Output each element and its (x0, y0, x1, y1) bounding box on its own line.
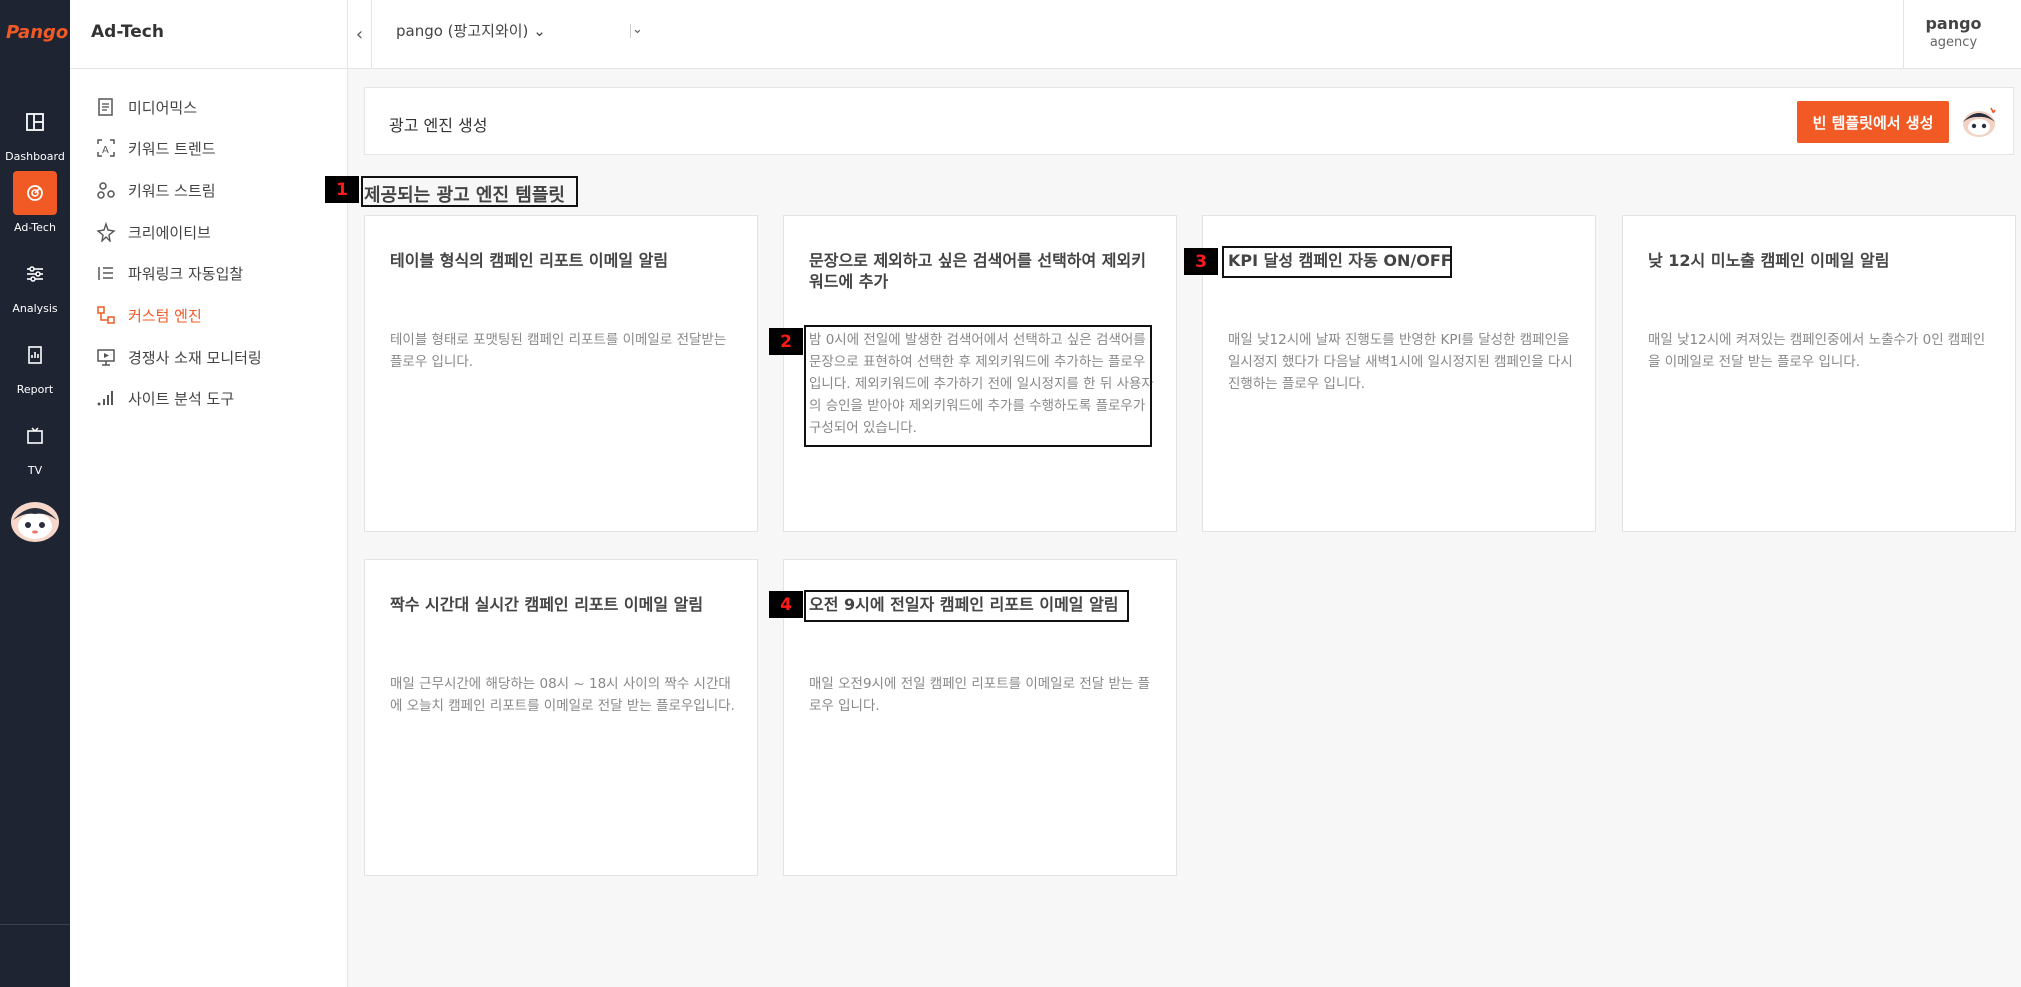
account-name: pango (팡고지와이) (396, 22, 529, 40)
sidebar-item-custom-engine[interactable]: 커스텀 엔진 (96, 303, 202, 327)
rail-label-adtech: Ad-Tech (14, 221, 56, 234)
sidebar-item-label: 미디어믹스 (128, 98, 198, 117)
engine-icon (97, 306, 115, 324)
avatar[interactable] (10, 498, 60, 542)
sidebar-item-label: 커스텀 엔진 (128, 306, 202, 325)
template-card[interactable]: 테이블 형식의 캠페인 리포트 이메일 알림 테이블 형태로 포맷팅된 캠페인 … (364, 215, 758, 532)
sidebar-item-label: 크리에이티브 (128, 223, 211, 242)
list-icon (98, 267, 113, 280)
page-title: 광고 엔진 생성 (389, 116, 488, 135)
template-card-title: 테이블 형식의 캠페인 리포트 이메일 알림 (390, 251, 669, 270)
rail-label-analysis: Analysis (12, 302, 58, 315)
rail-item-analysis[interactable]: Analysis (0, 252, 70, 315)
rail-item-report[interactable]: Report (0, 333, 70, 396)
sidebar-divider (70, 68, 348, 69)
topbar-divider (630, 24, 631, 38)
sidebar-item-powerlink-bid[interactable]: 파워링크 자동입찰 (96, 261, 243, 285)
annotation-box-4 (804, 590, 1129, 622)
template-card-desc: 테이블 형태로 포맷팅된 캠페인 리포트를 이메일로 전달받는 플로우 입니다. (390, 332, 727, 370)
user-name: pango (1925, 14, 1982, 33)
chevron-down-icon: ⌄ (533, 22, 546, 40)
adtech-icon (27, 185, 43, 201)
template-card[interactable]: 낮 12시 미노출 캠페인 이메일 알림 매일 낮12시에 켜져있는 캠페인중에… (1622, 215, 2016, 532)
creative-icon (96, 222, 116, 242)
sliders-icon (27, 266, 43, 282)
secondary-dropdown[interactable]: ⌄ (632, 22, 643, 37)
template-card-desc: 매일 근무시간에 해당하는 08시 ~ 18시 사이의 짝수 시간대에 오늘치 … (390, 676, 735, 714)
keyword-stream-icon (97, 182, 115, 199)
sidebar-title: Ad-Tech (91, 22, 164, 42)
template-card-desc: 매일 낮12시에 켜져있는 캠페인중에서 노출수가 0인 캠페인을 이메일로 전… (1648, 332, 1986, 370)
rail-label-report: Report (16, 383, 54, 396)
assistant-bot-icon[interactable] (1959, 102, 1999, 142)
chevron-down-icon: ⌄ (632, 22, 643, 37)
engine-create-header: 광고 엔진 생성 빈 템플릿에서 생성 (364, 87, 2014, 155)
rail-label-tv: TV (27, 464, 43, 477)
icon-rail: Pango Dashboard Ad-Tech Analysis Report … (0, 0, 70, 987)
user-menu[interactable]: pango agency (1903, 0, 2003, 69)
annotation-badge-1: 1 (325, 176, 359, 203)
rail-divider (0, 924, 70, 925)
sidebar-item-media-mix[interactable]: 미디어믹스 (96, 95, 197, 119)
template-card-title: 짝수 시간대 실시간 캠페인 리포트 이메일 알림 (390, 595, 704, 614)
template-card-desc: 매일 낮12시에 날짜 진행도를 반영한 KPI를 달성한 캠페인을 일시정지 … (1228, 332, 1573, 392)
sidebar-item-keyword-stream[interactable]: 키워드 스트림 (96, 178, 216, 202)
tv-icon (27, 427, 43, 444)
document-icon (98, 98, 113, 116)
sidebar-item-label: 키워드 스트림 (128, 181, 216, 200)
topbar: ‹ pango (팡고지와이) ⌄ ⌄ pango agency (348, 0, 2021, 69)
sidebar-item-competitor-monitoring[interactable]: 경쟁사 소재 모니터링 (96, 345, 262, 369)
bar-chart-icon (97, 391, 113, 406)
sidebar-item-creative[interactable]: 크리에이티브 (96, 220, 211, 244)
template-card-desc: 매일 오전9시에 전일 캠페인 리포트를 이메일로 전달 받는 플로우 입니다. (809, 676, 1150, 714)
keyword-trend-icon: A (97, 139, 115, 157)
sidebar-item-site-analysis[interactable]: 사이트 분석 도구 (96, 386, 234, 410)
sidebar-item-label: 키워드 트렌드 (128, 139, 216, 158)
template-card-title: 문장으로 제외하고 싶은 검색어를 선택하여 제외키워드에 추가 (809, 251, 1146, 291)
user-role: agency (1929, 35, 1978, 50)
annotation-badge-4: 4 (769, 591, 803, 618)
sidebar-item-label: 사이트 분석 도구 (128, 389, 235, 408)
annotation-badge-2: 2 (769, 328, 803, 355)
sidebar-item-label: 경쟁사 소재 모니터링 (128, 348, 262, 367)
chevron-left-icon: ‹ (355, 24, 364, 45)
create-from-blank-button[interactable]: 빈 템플릿에서 생성 (1797, 101, 1949, 143)
dashboard-icon (26, 113, 44, 131)
annotation-badge-3: 3 (1184, 248, 1218, 275)
svg-text:A: A (102, 145, 109, 156)
pango-logo[interactable]: Pango (6, 14, 68, 52)
rail-label-dashboard: Dashboard (5, 150, 65, 163)
annotation-box-3 (1222, 246, 1452, 278)
collapse-sidebar-button[interactable]: ‹ (348, 0, 372, 69)
sidebar-item-keyword-trend[interactable]: A 키워드 트렌드 (96, 136, 216, 160)
rail-item-dashboard[interactable]: Dashboard (0, 100, 70, 163)
rail-item-adtech[interactable]: Ad-Tech (0, 171, 70, 234)
report-icon (28, 346, 42, 364)
template-card-title: 낮 12시 미노출 캠페인 이메일 알림 (1648, 251, 1890, 270)
sidebar-item-label: 파워링크 자동입찰 (128, 264, 244, 283)
section-title: 제공되는 광고 엔진 템플릿 (364, 185, 565, 206)
template-card[interactable]: 짝수 시간대 실시간 캠페인 리포트 이메일 알림 매일 근무시간에 해당하는 … (364, 559, 758, 876)
annotation-box-2 (804, 325, 1152, 447)
monitor-icon (97, 349, 115, 366)
rail-item-tv[interactable]: TV (0, 414, 70, 477)
account-selector[interactable]: pango (팡고지와이) ⌄ (396, 20, 546, 41)
sidebar: Ad-Tech 미디어믹스 A 키워드 트렌드 키워드 스트림 크리에이티브 파… (70, 0, 348, 987)
